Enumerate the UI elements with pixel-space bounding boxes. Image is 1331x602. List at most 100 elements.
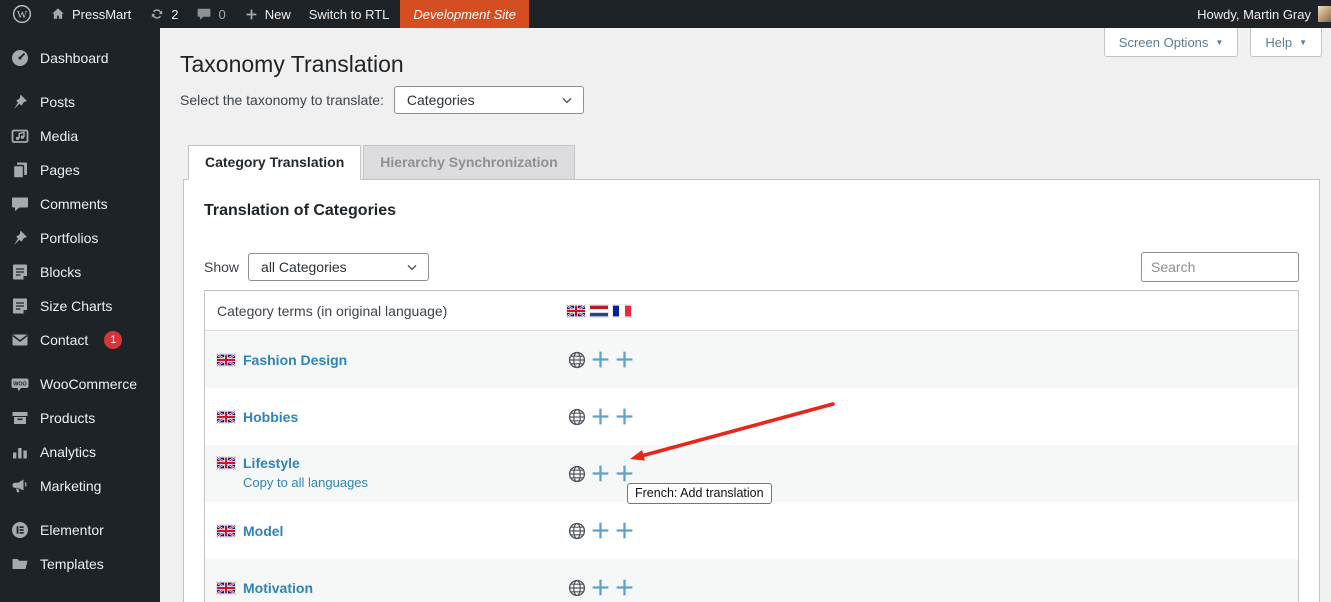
- site-name: PressMart: [72, 7, 131, 22]
- english-flag-icon: [217, 411, 235, 423]
- original-language-globe-icon[interactable]: [567, 578, 587, 598]
- table-row: Motivation: [205, 559, 1298, 602]
- sidebar-item-pages[interactable]: Pages: [0, 153, 160, 187]
- chevron-down-icon: [559, 92, 575, 108]
- add-translation-french-icon[interactable]: [614, 520, 635, 541]
- sidebar-item-posts[interactable]: Posts: [0, 85, 160, 119]
- updates-count: 2: [171, 7, 178, 22]
- document-icon: [10, 296, 30, 316]
- sidebar-item-woocommerce[interactable]: WOO WooCommerce: [0, 367, 160, 401]
- french-flag-icon: [613, 305, 631, 317]
- term-link[interactable]: Hobbies: [243, 409, 298, 425]
- media-icon: [10, 126, 30, 146]
- sidebar-item-dashboard[interactable]: Dashboard: [0, 41, 160, 75]
- chevron-down-icon: ▼: [1215, 38, 1223, 47]
- add-translation-french-icon[interactable]: [614, 406, 635, 427]
- sidebar-item-analytics[interactable]: Analytics: [0, 435, 160, 469]
- new-label: New: [265, 7, 291, 22]
- svg-text:W: W: [17, 9, 28, 21]
- english-flag-icon: [567, 305, 585, 317]
- tab-category-translation[interactable]: Category Translation: [188, 145, 361, 180]
- sidebar-item-portfolios[interactable]: Portfolios: [0, 221, 160, 255]
- show-label: Show: [204, 259, 239, 275]
- document-icon: [10, 262, 30, 282]
- unread-count-badge: 1: [104, 331, 122, 349]
- sidebar-item-products[interactable]: Products: [0, 401, 160, 435]
- pages-icon: [10, 160, 30, 180]
- updates-link[interactable]: 2: [140, 0, 187, 28]
- new-content-button[interactable]: New: [235, 0, 300, 28]
- svg-text:WOO: WOO: [13, 382, 26, 388]
- wordpress-logo-icon: W: [12, 4, 32, 24]
- environment-badge: Development Site: [400, 0, 529, 28]
- sidebar-item-templates[interactable]: Templates: [0, 547, 160, 581]
- table-row: Fashion Design: [205, 331, 1298, 388]
- plus-icon: [244, 7, 259, 22]
- table-row: Hobbies: [205, 388, 1298, 445]
- copy-to-all-languages-link[interactable]: Copy to all languages: [243, 475, 368, 490]
- table-header-label: Category terms (in original language): [217, 303, 567, 319]
- sidebar-item-media[interactable]: Media: [0, 119, 160, 153]
- taxonomy-select[interactable]: Categories: [394, 86, 584, 114]
- add-translation-dutch-icon[interactable]: [590, 520, 611, 541]
- admin-sidebar: Dashboard Posts Media Pages Comments Por…: [0, 28, 160, 602]
- french-add-translation-tooltip: French: Add translation: [627, 483, 772, 504]
- account-menu[interactable]: Howdy, Martin Gray: [1189, 0, 1331, 28]
- english-flag-icon: [217, 525, 235, 537]
- translation-table: Category terms (in original language) Fa…: [204, 290, 1299, 602]
- table-row: Model: [205, 502, 1298, 559]
- add-translation-dutch-icon[interactable]: [590, 406, 611, 427]
- elementor-icon: [10, 520, 30, 540]
- sidebar-item-contact[interactable]: Contact 1: [0, 323, 160, 357]
- chevron-down-icon: ▼: [1299, 38, 1307, 47]
- pushpin-icon: [10, 92, 30, 112]
- tab-hierarchy-synchronization[interactable]: Hierarchy Synchronization: [363, 145, 574, 180]
- megaphone-icon: [10, 476, 30, 496]
- original-language-globe-icon[interactable]: [567, 521, 587, 541]
- comments-count: 0: [218, 7, 225, 22]
- admin-bar: W PressMart 2 0 New Switch to RTL Develo…: [0, 0, 1331, 28]
- term-link[interactable]: Model: [243, 523, 283, 539]
- home-icon: [50, 6, 66, 22]
- term-link[interactable]: Motivation: [243, 580, 313, 596]
- add-translation-french-icon[interactable]: [614, 463, 635, 484]
- site-link[interactable]: PressMart: [41, 0, 140, 28]
- term-link[interactable]: Lifestyle: [243, 455, 300, 471]
- original-language-globe-icon[interactable]: [567, 350, 587, 370]
- avatar: [1318, 6, 1331, 22]
- dashboard-icon: [10, 48, 30, 68]
- chevron-down-icon: [404, 259, 420, 275]
- english-flag-icon: [217, 457, 235, 469]
- sidebar-item-marketing[interactable]: Marketing: [0, 469, 160, 503]
- dutch-flag-icon: [590, 305, 608, 317]
- woocommerce-icon: WOO: [10, 374, 30, 394]
- original-language-globe-icon[interactable]: [567, 407, 587, 427]
- bar-chart-icon: [10, 442, 30, 462]
- pushpin-icon: [10, 228, 30, 248]
- comments-link[interactable]: 0: [187, 0, 234, 28]
- search-input[interactable]: [1141, 252, 1299, 282]
- english-flag-icon: [217, 582, 235, 594]
- add-translation-dutch-icon[interactable]: [590, 463, 611, 484]
- panel-heading: Translation of Categories: [204, 202, 1299, 220]
- original-language-globe-icon[interactable]: [567, 464, 587, 484]
- sidebar-item-blocks[interactable]: Blocks: [0, 255, 160, 289]
- folder-icon: [10, 554, 30, 574]
- screen-options-button[interactable]: Screen Options ▼: [1104, 28, 1239, 57]
- switch-to-rtl-link[interactable]: Switch to RTL: [300, 0, 399, 28]
- comment-icon: [10, 194, 30, 214]
- sidebar-item-comments[interactable]: Comments: [0, 187, 160, 221]
- term-link[interactable]: Fashion Design: [243, 352, 347, 368]
- add-translation-french-icon[interactable]: [614, 577, 635, 598]
- show-filter-select[interactable]: all Categories: [248, 253, 429, 281]
- howdy-text: Howdy, Martin Gray: [1197, 7, 1311, 22]
- add-translation-french-icon[interactable]: [614, 349, 635, 370]
- wordpress-menu[interactable]: W: [0, 0, 41, 28]
- add-translation-dutch-icon[interactable]: [590, 349, 611, 370]
- english-flag-icon: [217, 354, 235, 366]
- comment-bubble-icon: [196, 6, 212, 22]
- add-translation-dutch-icon[interactable]: [590, 577, 611, 598]
- sidebar-item-elementor[interactable]: Elementor: [0, 513, 160, 547]
- help-button[interactable]: Help ▼: [1250, 28, 1322, 57]
- sidebar-item-size-charts[interactable]: Size Charts: [0, 289, 160, 323]
